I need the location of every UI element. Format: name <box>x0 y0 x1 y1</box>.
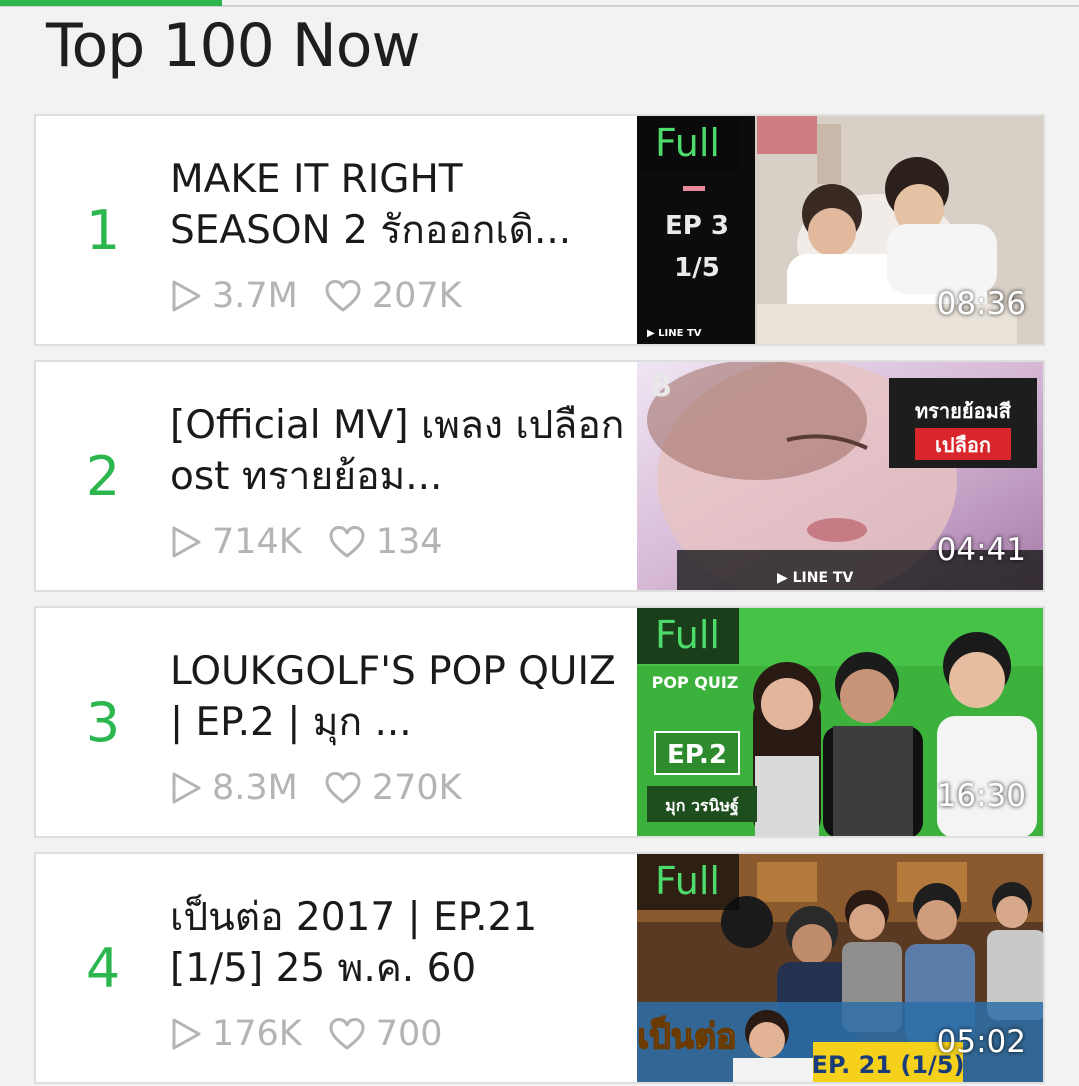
thumb-brand-text: ▶ LINE TV <box>647 328 702 339</box>
view-count-value: 176K <box>212 1014 302 1054</box>
full-badge: Full <box>637 116 739 172</box>
play-outline-icon <box>172 1018 201 1050</box>
view-count-value: 3.7M <box>212 276 298 316</box>
thumb-brand-text: ▶ LINE TV <box>777 570 853 586</box>
thumb-guest-text: มุก วรนิษฐ์ <box>665 796 739 816</box>
video-duration: 16:30 <box>936 778 1026 814</box>
video-title[interactable]: LOUKGOLF'S POP QUIZ | EP.2 | มุก ... <box>170 646 630 748</box>
view-count-value: 714K <box>212 522 302 562</box>
full-badge: Full <box>637 608 739 664</box>
full-badge: Full <box>637 854 739 910</box>
video-title[interactable]: เป็นต่อ 2017 | EP.21 [1/5] 25 พ.ค. 60 <box>170 892 630 994</box>
thumb-channel-logo: 8 <box>651 369 672 404</box>
view-count: 8.3M <box>170 768 298 808</box>
heart-outline-icon <box>325 772 361 804</box>
heart-outline-icon <box>329 1018 365 1050</box>
video-duration: 05:02 <box>936 1024 1026 1060</box>
thumb-show-title: ทรายย้อมสี <box>915 399 1012 423</box>
play-outline-icon <box>172 280 201 312</box>
video-duration: 08:36 <box>936 286 1026 322</box>
video-thumbnail[interactable]: POP QUIZ EP.2 มุก วรนิษฐ์ Full 16:30 <box>637 608 1043 836</box>
rank-number: 2 <box>85 444 121 508</box>
video-thumbnail[interactable]: 8 ทรายย้อมสี เปลือก ▶ LINE TV 04:41 <box>637 362 1043 590</box>
tab-bar <box>0 0 1079 7</box>
section-title: Top 100 Now <box>46 11 421 81</box>
view-count: 714K <box>170 522 302 562</box>
like-count: 700 <box>328 1014 443 1054</box>
thumb-part-text: 1/5 <box>674 253 720 283</box>
video-duration: 04:41 <box>936 532 1026 568</box>
video-card[interactable]: 2 [Official MV] เพลง เปลือก ost ทรายย้อม… <box>34 360 1045 592</box>
like-count-value: 270K <box>371 768 462 808</box>
heart-outline-icon <box>325 280 361 312</box>
active-tab-indicator <box>0 0 222 6</box>
video-card[interactable]: 4 เป็นต่อ 2017 | EP.21 [1/5] 25 พ.ค. 60 … <box>34 852 1045 1084</box>
video-title[interactable]: MAKE IT RIGHT SEASON 2 รักออกเดิ... <box>170 154 630 256</box>
rank-number: 4 <box>85 936 121 1000</box>
rank-number: 1 <box>85 198 121 262</box>
video-card[interactable]: 1 MAKE IT RIGHT SEASON 2 รักออกเดิ... 3.… <box>34 114 1045 346</box>
like-count: 270K <box>324 768 462 808</box>
like-count-value: 134 <box>375 522 443 562</box>
like-count-value: 700 <box>375 1014 443 1054</box>
thumb-show-logo: เป็นต่อ <box>638 1015 737 1057</box>
thumb-show-logo: POP QUIZ <box>652 673 739 692</box>
rank-number: 3 <box>85 690 121 754</box>
view-count-value: 8.3M <box>212 768 298 808</box>
play-outline-icon <box>172 526 201 558</box>
video-card[interactable]: 3 LOUKGOLF'S POP QUIZ | EP.2 | มุก ... 8… <box>34 606 1045 838</box>
thumb-episode-text: EP 3 <box>665 211 729 241</box>
play-outline-icon <box>172 772 201 804</box>
like-count-value: 207K <box>371 276 462 316</box>
view-count: 176K <box>170 1014 302 1054</box>
like-count: 207K <box>324 276 462 316</box>
heart-outline-icon <box>329 526 365 558</box>
video-thumbnail[interactable]: EP 3 1/5 ▶ LINE TV Full 08:36 <box>637 116 1043 344</box>
video-title[interactable]: [Official MV] เพลง เปลือก ost ทรายย้อม..… <box>170 400 630 502</box>
thumb-song-title: เปลือก <box>935 433 991 457</box>
thumb-episode-text: EP.2 <box>667 740 727 770</box>
view-count: 3.7M <box>170 276 298 316</box>
video-thumbnail[interactable]: เป็นต่อ EP. 21 (1/5) Full 05:02 <box>637 854 1043 1082</box>
like-count: 134 <box>328 522 443 562</box>
